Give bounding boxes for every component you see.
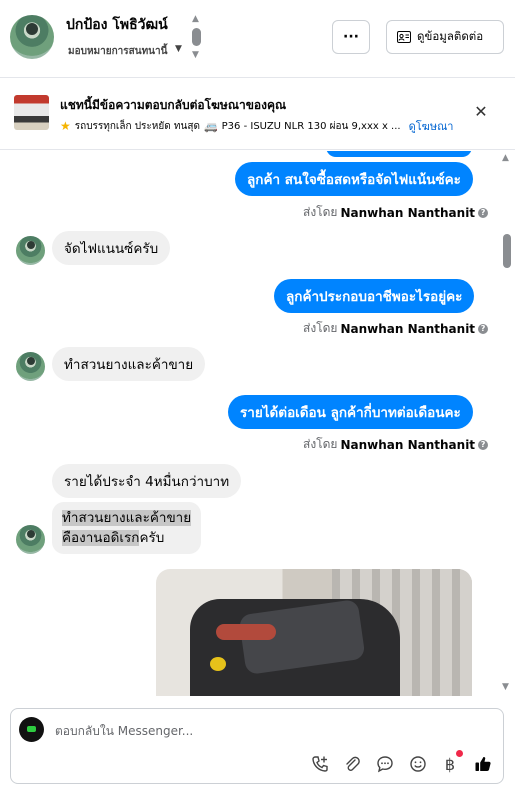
conversation-header: ปกป้อง โพธิวัฒน์ มอบหมายการสนทนานี้ ▼ ▲ …	[0, 0, 515, 78]
info-icon[interactable]: ?	[478, 207, 489, 218]
view-contact-info-label: ดูข้อมูลติดต่อ	[417, 29, 484, 43]
sent-by-label: ส่งโดย Nanwhan Nanthanit ?	[303, 435, 489, 454]
scroll-up-icon[interactable]: ▲	[502, 153, 509, 163]
sent-by-name: Nanwhan Nanthanit	[340, 321, 476, 336]
message-bubble-outgoing[interactable]: ลูกค้าประกอบอาชีพอะไรอยู่คะ	[274, 279, 475, 313]
sent-by-name: Nanwhan Nanthanit	[340, 437, 476, 452]
message-composer: ฿	[10, 708, 504, 784]
ad-banner-subtitle: ★ รถบรรทุกเล็ก ประหยัด ทนสุด 🚐 P36 - ISU…	[60, 117, 453, 135]
sent-by-name: Nanwhan Nanthanit	[340, 205, 476, 220]
ad-reply-banner: แชทนี้มีข้อความตอบกลับต่อโฆษณาของคุณ ★ ร…	[0, 78, 515, 150]
truck-icon: 🚐	[203, 119, 218, 133]
ad-subtitle-detail: P36 - ISUZU NLR 130 ผ่อน 9,xxx x ...	[221, 120, 401, 132]
sent-by-prefix: ส่งโดย	[303, 205, 338, 219]
message-line: คืองานอดิเรกครับ	[62, 528, 191, 548]
info-icon[interactable]: ?	[478, 439, 489, 450]
chat-scrollbar[interactable]: ▲ ▼	[500, 151, 515, 696]
page-avatar	[19, 717, 44, 742]
star-icon: ★	[60, 119, 71, 133]
ad-thumbnail[interactable]	[14, 95, 49, 130]
message-bubble-outgoing[interactable]: ลูกค้า สนใจซื้อสดหรือจัดไฟแน้นซ์คะ	[235, 162, 473, 196]
message-bubble-incoming[interactable]: รายได้ประจำ 4หมื่นกว่าบาท	[52, 464, 242, 498]
reply-input[interactable]	[55, 721, 455, 741]
view-contact-info-button[interactable]: ดูข้อมูลติดต่อ	[386, 20, 504, 54]
contact-avatar-small[interactable]	[16, 352, 45, 381]
emoji-icon[interactable]	[407, 753, 429, 775]
ad-subtitle-text: รถบรรทุกเล็ก ประหยัด ทนสุด	[74, 120, 200, 132]
message-line: ทำสวนยางและค้าขาย	[62, 508, 192, 528]
more-options-button[interactable]: ···	[332, 20, 370, 54]
arrow-down-icon[interactable]: ▼	[192, 50, 199, 60]
caret-down-icon[interactable]: ▼	[175, 44, 182, 54]
highlighted-text: คืองานอดิเรก	[62, 530, 140, 546]
photo-pipe	[216, 624, 276, 640]
message-bubble-incoming[interactable]: จัดไฟแนนซ์ครับ	[52, 231, 171, 265]
message-bubble-incoming[interactable]: ทำสวนยางและค้าขาย	[52, 347, 206, 381]
ad-banner-title: แชทนี้มีข้อความตอบกลับต่อโฆษณาของคุณ	[60, 98, 287, 112]
message-bubble-incoming[interactable]: ทำสวนยางและค้าขาย คืองานอดิเรกครับ	[52, 502, 202, 554]
notification-dot	[456, 750, 463, 757]
close-icon[interactable]: ✕	[472, 103, 490, 121]
message-list[interactable]: ลูกค้า สนใจซื้อสดหรือจัดไฟแน้นซ์คะ ส่งโด…	[0, 151, 500, 696]
chat-bubble-icon[interactable]	[374, 753, 396, 775]
message-text: ครับ	[139, 530, 165, 546]
scroll-down-icon[interactable]: ▼	[502, 682, 509, 692]
contact-avatar[interactable]	[10, 15, 54, 59]
sent-by-prefix: ส่งโดย	[303, 321, 338, 335]
paperclip-icon[interactable]	[341, 753, 363, 775]
contact-avatar-small[interactable]	[16, 525, 45, 554]
thumbs-up-icon[interactable]	[472, 753, 494, 775]
arrow-up-icon[interactable]: ▲	[192, 14, 199, 24]
sent-by-label: ส่งโดย Nanwhan Nanthanit ?	[303, 203, 489, 222]
phone-plus-icon[interactable]	[309, 753, 331, 775]
sent-by-prefix: ส่งโดย	[303, 437, 338, 451]
conversation-stepper[interactable]: ▲ ▼	[190, 14, 204, 62]
assign-conversation-label[interactable]: มอบหมายการสนทนานี้	[68, 44, 167, 59]
contact-avatar-small[interactable]	[16, 236, 45, 265]
photo-cap	[210, 657, 226, 671]
photo-attachment[interactable]	[156, 569, 472, 696]
sent-by-label: ส่งโดย Nanwhan Nanthanit ?	[303, 319, 489, 338]
scrollbar-thumb[interactable]	[503, 234, 511, 268]
stepper-thumb[interactable]	[192, 28, 201, 46]
view-ad-link[interactable]: ดูโฆษณา	[409, 117, 454, 135]
contact-name[interactable]: ปกป้อง โพธิวัฒน์	[66, 14, 168, 36]
contact-card-icon	[397, 31, 411, 43]
message-bubble-outgoing[interactable]: รายได้ต่อเดือน ลูกค้ากี่บาทต่อเดือนคะ	[228, 395, 473, 429]
info-icon[interactable]: ?	[478, 323, 489, 334]
message-bubble-outgoing[interactable]	[326, 151, 472, 157]
highlighted-text: ทำสวนยางและค้าขาย	[62, 510, 192, 526]
